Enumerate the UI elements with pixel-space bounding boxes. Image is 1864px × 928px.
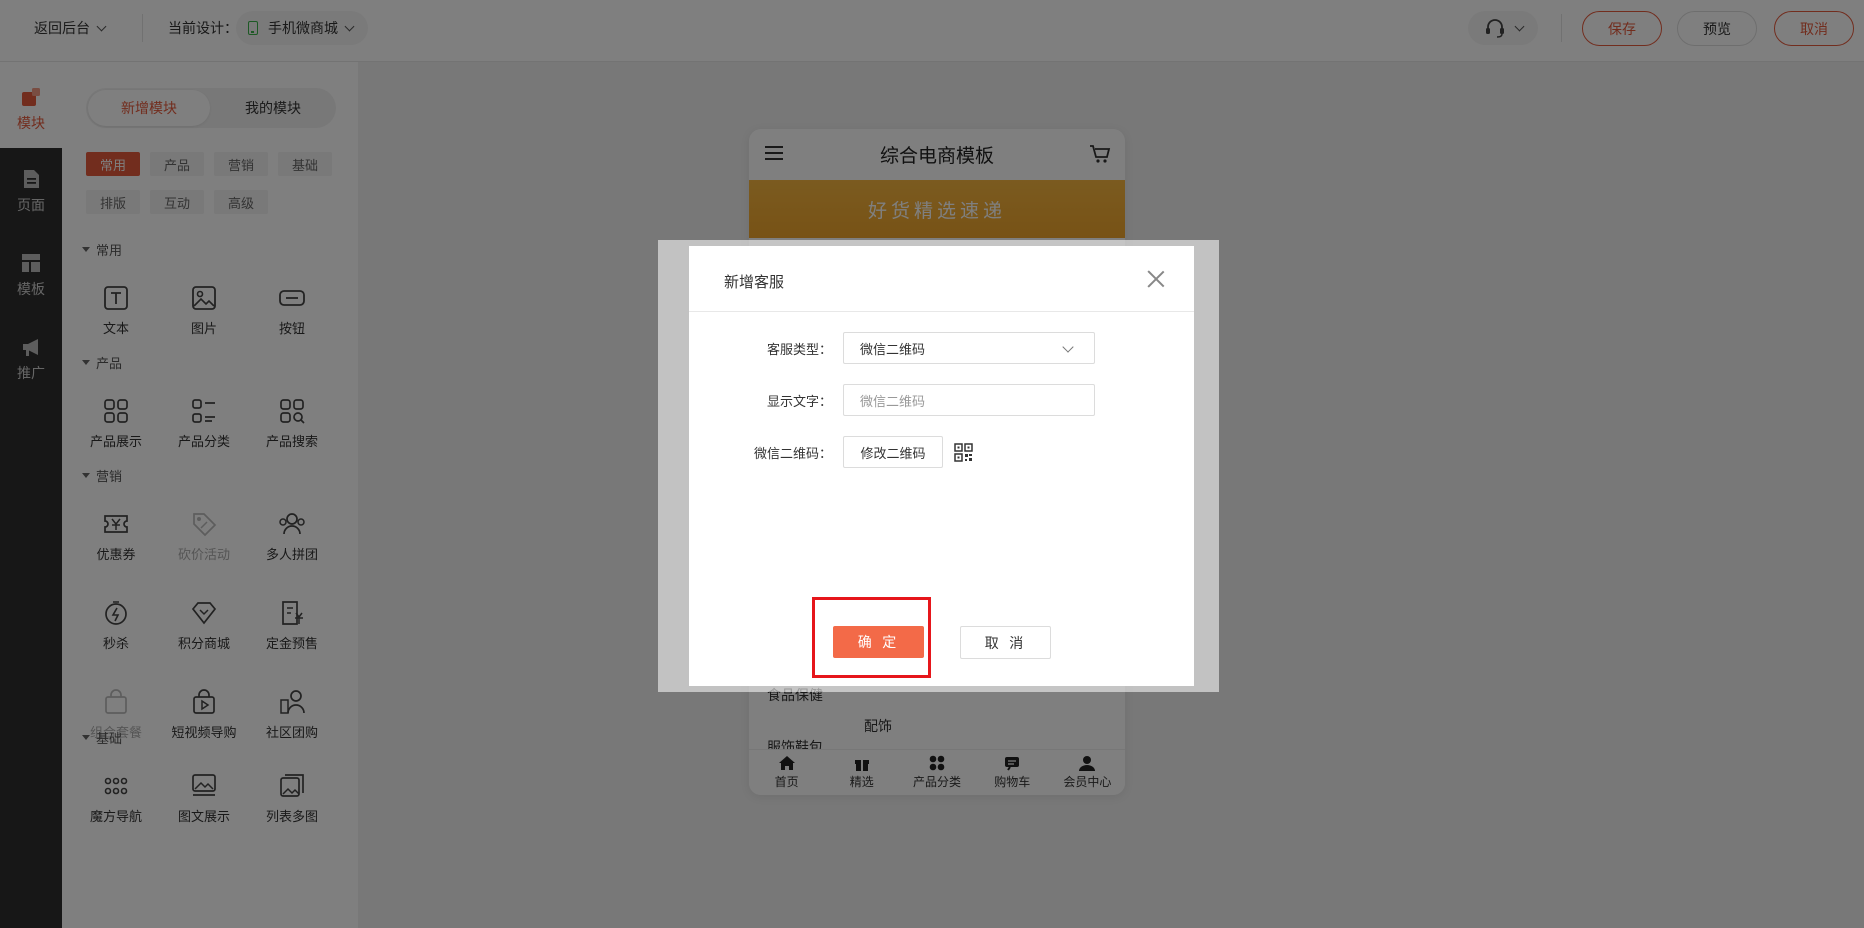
display-text-label: 显示文字： <box>766 394 832 410</box>
edit-qr-button[interactable]: 修改二维码 <box>843 436 943 468</box>
dialog-header: 新增客服 <box>689 246 1194 312</box>
add-service-dialog: 新增客服 客服类型： 微信二维码 显示文字： 微信二维码 微信二维码： 修改二维… <box>689 246 1194 686</box>
display-text-input[interactable]: 微信二维码 <box>843 384 1095 416</box>
qr-code-icon[interactable] <box>954 443 973 462</box>
wechat-qr-row: 微信二维码： 修改二维码 <box>689 436 1194 468</box>
chevron-down-icon <box>1062 341 1074 353</box>
service-type-row: 客服类型： 微信二维码 <box>689 332 1194 364</box>
dialog-cancel-button[interactable]: 取 消 <box>960 626 1051 659</box>
service-type-value: 微信二维码 <box>860 342 926 358</box>
service-type-select[interactable]: 微信二维码 <box>843 332 1095 364</box>
display-text-row: 显示文字： 微信二维码 <box>689 384 1194 416</box>
close-icon[interactable] <box>1147 270 1165 288</box>
wechat-qr-label: 微信二维码： <box>753 446 832 462</box>
dialog-title: 新增客服 <box>724 273 785 291</box>
service-type-label: 客服类型： <box>766 342 832 358</box>
highlight-box <box>812 597 931 678</box>
